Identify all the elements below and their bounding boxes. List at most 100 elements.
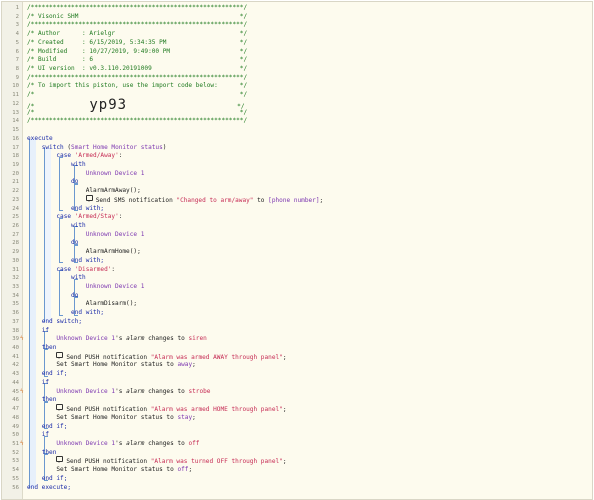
line-number: 6	[15, 48, 19, 55]
device-name: [phone number]	[268, 196, 320, 204]
line-number: 53	[12, 458, 19, 465]
device-name: Unknown Device 1	[85, 169, 145, 177]
comment-text: /* Created : 6/15/2019, 5:34:35 PM */	[27, 38, 248, 46]
punct: changes to	[144, 335, 189, 343]
code-text: end if;	[27, 474, 68, 484]
value-literal: off	[188, 439, 200, 447]
code-text: then	[27, 344, 57, 353]
code-text: /* To import this piston, use the import…	[27, 82, 247, 91]
comment-text: /***************************************…	[27, 21, 248, 29]
line-number: 5	[15, 39, 19, 46]
code-text: with	[27, 274, 86, 283]
code-text: end if;	[27, 370, 68, 379]
code-line: 24 end with;	[2, 205, 592, 214]
string-literal: 'Armed/Away'	[74, 152, 119, 160]
device-name: Unknown Device 1	[85, 283, 145, 290]
line-number: 33	[12, 284, 19, 290]
code-text: end with;	[27, 205, 104, 214]
statement: AlarmArmAway();	[85, 187, 141, 195]
code-text: /***************************************…	[27, 74, 247, 83]
line-number: 25	[12, 214, 19, 221]
code-line: 49 end if;	[2, 423, 592, 432]
punct: changes to	[144, 387, 189, 395]
code-line: 43 end if;	[2, 370, 592, 379]
notification-bubble-icon	[85, 194, 93, 202]
line-number: 2	[15, 13, 19, 20]
line-number: 39	[12, 336, 19, 343]
code-text: Unknown Device 1's alarm changes to stro…	[27, 388, 210, 397]
line-number: 3	[15, 22, 19, 29]
comment-text: /* Modified : 10/27/2019, 9:49:00 PM */	[27, 47, 248, 55]
code-text: /* */	[27, 91, 247, 100]
trigger-lightning-icon: ϟ	[20, 387, 24, 395]
code-line: 41 Send PUSH notification "Alarm was arm…	[2, 351, 592, 362]
line-number: 35	[12, 301, 19, 308]
code-line: 34 do	[2, 292, 592, 301]
code-line: 50 if	[2, 431, 592, 440]
line-number: 31	[12, 266, 19, 273]
keyword: do	[71, 178, 79, 186]
line-number: 56	[12, 484, 19, 491]
code-line: 10 /* To import this piston, use the impo…	[2, 82, 592, 91]
code-line: 53 Send PUSH notification "Alarm was tur…	[2, 456, 592, 466]
code-text: case 'Armed/Away':	[27, 152, 122, 161]
line-number: 30	[12, 257, 19, 264]
code-line: 16 execute	[2, 135, 592, 144]
line-number: 37	[12, 318, 19, 325]
attribute-name: alarm	[126, 439, 145, 447]
punct: ;	[282, 406, 287, 414]
code-line: 3 /**************************************…	[2, 21, 592, 30]
line-number: 48	[12, 414, 19, 421]
punct: :	[111, 265, 116, 273]
keyword: end if;	[41, 422, 68, 430]
code-text: do	[27, 178, 78, 187]
keyword: end with;	[71, 256, 105, 264]
keyword: then	[41, 448, 57, 456]
code-text: with	[27, 161, 86, 170]
keyword: then	[41, 344, 57, 352]
line-number: 42	[12, 362, 19, 369]
statement: AlarmArmHome();	[85, 248, 141, 256]
code-line: 55 end if;	[2, 475, 592, 484]
statement: Set Smart Home Monitor status to	[56, 361, 178, 369]
code-line: 54 Set Smart Home Monitor status to off;	[2, 466, 592, 475]
trigger-lightning-icon: ϟ	[20, 335, 24, 343]
attribute-name: alarm	[126, 335, 145, 343]
keyword: case	[56, 152, 72, 160]
keyword: end if;	[41, 474, 68, 482]
line-number: 55	[12, 475, 19, 482]
line-number: 45	[12, 388, 19, 395]
comment-text: /* Build : 6 */	[27, 56, 248, 64]
code-line: 13 /* */	[2, 109, 592, 118]
punct: (	[63, 143, 72, 151]
code-line: 17 switch (Smart Home Monitor status)	[2, 144, 592, 153]
code-text: /* UI version : v0.3.110.20191009 */	[27, 65, 247, 74]
punct: ;	[282, 458, 287, 466]
code-text: AlarmDisarm();	[27, 300, 137, 309]
statement: Send PUSH notification	[66, 353, 151, 361]
code-text: Unknown Device 1's alarm changes to sire…	[27, 335, 206, 344]
code-text: Set Smart Home Monitor status to away;	[27, 361, 195, 370]
code-line: 39 ϟ Unknown Device 1's alarm changes to …	[2, 335, 592, 344]
code-line: 29 AlarmArmHome();	[2, 248, 592, 257]
code-line: 23 Send SMS notification "Changed to arm…	[2, 194, 592, 205]
line-number: 36	[12, 310, 19, 317]
code-text: /* Modified : 10/27/2019, 9:49:00 PM */	[27, 48, 247, 57]
trigger-lightning-icon: ϟ	[20, 439, 24, 447]
punct: :	[118, 213, 123, 221]
code-line: 28 do	[2, 239, 592, 248]
